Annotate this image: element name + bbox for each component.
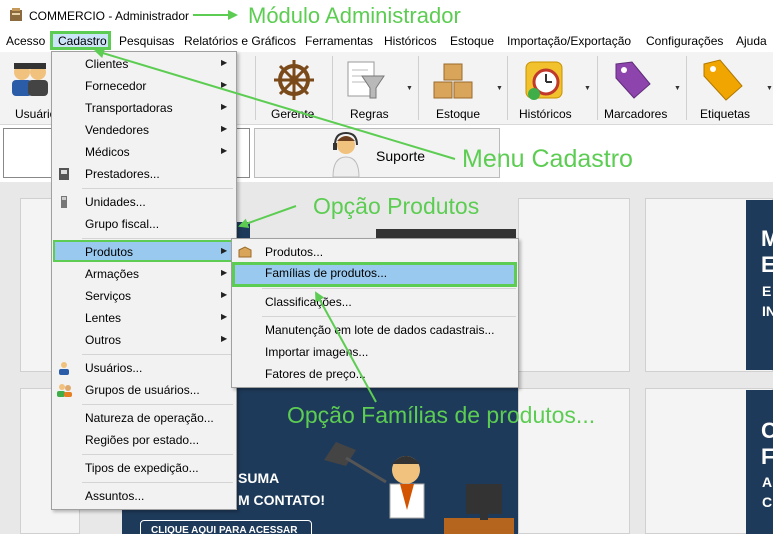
annotation-opcao-produtos: Opção Produtos [313, 193, 480, 219]
annotation-arrows [94, 10, 456, 403]
annotation-arrow-produtos [238, 205, 297, 229]
annotation-arrow-cadastro [94, 48, 456, 160]
annotation-modulo: Módulo Administrador [248, 3, 461, 28]
annotation-opcao-familias: Opção Famílias de produtos... [287, 402, 596, 428]
annotation-arrow-familias [315, 291, 377, 403]
annotation-menu-cadastro: Menu Cadastro [462, 145, 633, 173]
